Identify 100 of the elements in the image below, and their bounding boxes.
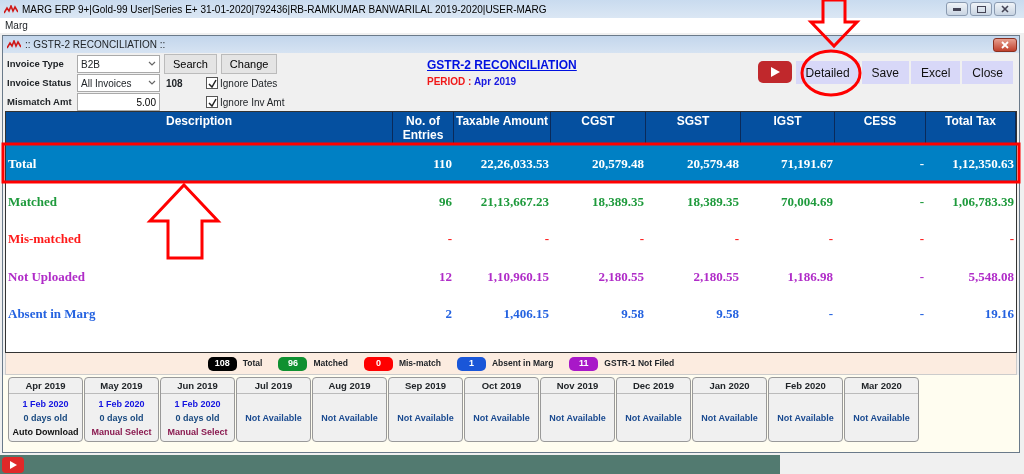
month-card[interactable]: Oct 2019 Not Available (464, 377, 539, 442)
legend-label: Absent in Marg (491, 357, 554, 370)
month-title: Dec 2019 (617, 378, 690, 394)
status-text: Not Available (777, 411, 834, 425)
row-label[interactable]: Not Uploaded (6, 257, 393, 295)
close-icon (1001, 5, 1009, 13)
table-cell-text: 12 (438, 267, 453, 286)
status-text: Not Available (245, 411, 302, 425)
column-header: No. of Entries (393, 112, 454, 145)
table-cell-text: - (827, 305, 834, 323)
table-cell-text: 18,389.35 (591, 192, 645, 211)
invoice-count: 108 (166, 76, 184, 91)
count-pill: 1 (456, 356, 486, 371)
action-button[interactable]: Change (220, 54, 278, 74)
table-cell-text: - (918, 267, 925, 286)
status-text: Not Available (397, 411, 454, 425)
table-cell-text: - (543, 230, 550, 248)
table-cell-text: - (918, 305, 925, 323)
table-cell-text: 1,406.15 (502, 305, 550, 323)
row-label[interactable]: Absent in Marg (6, 295, 393, 333)
play-icon[interactable] (2, 456, 24, 473)
table-cell-text: 2,180.55 (597, 267, 645, 286)
report-title-link[interactable]: GSTR-2 RECONCILIATION (427, 56, 597, 74)
table-cell-text: 70,004.69 (780, 192, 834, 211)
month-title: Jan 2020 (693, 378, 766, 394)
column-header: SGST (646, 112, 741, 145)
table-cell-text: 21,13,667.23 (479, 192, 550, 211)
dialog-title: :: GSTR-2 RECONCILIATION :: (25, 38, 166, 52)
age-text: 0 days old (99, 411, 144, 425)
table-cell-text: 9.58 (620, 305, 645, 323)
legend-label: GSTR-1 Not Filed (604, 357, 675, 370)
close-button[interactable] (994, 2, 1016, 16)
month-title: Apr 2019 (9, 378, 82, 394)
table-cell-text: 1,10,960.15 (486, 267, 550, 286)
checkbox-label: Ignore Inv Amt (220, 95, 285, 110)
window-title: MARG ERP 9+|Gold-99 User|Series E+ 31-01-2020|792436|RB-RAMKUMAR BANWARILAL 2019-2020|USER-MARG (22, 2, 547, 17)
month-card[interactable]: Dec 2019 Not Available (616, 377, 691, 442)
status-text: Not Available (321, 411, 378, 425)
maximize-button[interactable] (970, 2, 992, 16)
table-cell-text: - (638, 230, 645, 248)
month-card[interactable]: Feb 2020 Not Available (768, 377, 843, 442)
column-header: Taxable Amount (454, 112, 551, 145)
field-label: Invoice Status (7, 75, 73, 90)
table-cell-text: 2,180.55 (692, 267, 740, 286)
toolbar-button[interactable]: Close (962, 61, 1013, 84)
row-label[interactable]: Mis-matched (6, 220, 393, 258)
checkbox[interactable] (206, 96, 218, 108)
checkbox[interactable] (206, 77, 218, 89)
month-title: May 2019 (85, 378, 158, 394)
toolbar-button[interactable]: Excel (910, 61, 961, 84)
amount-field[interactable]: 5.00 (77, 93, 160, 111)
table-cell-text: 96 (438, 192, 453, 211)
month-title: Mar 2020 (845, 378, 918, 394)
action-button[interactable]: Search (164, 54, 217, 74)
month-card[interactable]: Apr 2019 1 Feb 2020 0 days old Auto Download (8, 377, 83, 442)
toolbar-button[interactable]: Save (861, 61, 909, 84)
table-cell-text: - (733, 230, 740, 248)
table-cell-text: - (1008, 230, 1015, 248)
row-label[interactable]: Matched (6, 182, 393, 220)
count-pill: 96 (278, 356, 308, 371)
month-card[interactable]: Jul 2019 Not Available (236, 377, 311, 442)
minimize-button[interactable] (946, 2, 968, 16)
video-play-icon[interactable] (757, 61, 792, 83)
month-card[interactable]: Nov 2019 Not Available (540, 377, 615, 442)
table-cell-text: 9.58 (715, 305, 740, 323)
close-button[interactable] (993, 37, 1017, 52)
count-pill: 108 (207, 356, 237, 371)
table-cell-text: 19.16 (983, 305, 1015, 323)
maximize-icon (976, 5, 986, 13)
field-label: Invoice Type (7, 56, 65, 71)
report-period: PERIOD : Apr 2019 (427, 75, 518, 89)
status-text: Not Available (853, 411, 910, 425)
month-card[interactable]: Jan 2020 Not Available (692, 377, 767, 442)
month-card[interactable]: Sep 2019 Not Available (388, 377, 463, 442)
menu-item[interactable]: Marg (5, 20, 28, 31)
month-card[interactable]: Aug 2019 Not Available (312, 377, 387, 442)
legend-label: Matched (313, 357, 348, 370)
table-cell-text: - (827, 230, 834, 248)
app-logo-icon (7, 40, 21, 49)
source-text: Auto Download (12, 425, 79, 439)
month-title: Oct 2019 (465, 378, 538, 394)
month-card[interactable]: May 2019 1 Feb 2020 0 days old Manual Select (84, 377, 159, 442)
checkbox-label: Ignore Dates (220, 76, 278, 91)
status-text: Not Available (473, 411, 530, 425)
close-icon (1001, 40, 1009, 49)
column-header: Description (6, 112, 393, 145)
month-card[interactable]: Jun 2019 1 Feb 2020 0 days old Manual Select (160, 377, 235, 442)
month-card[interactable]: Mar 2020 Not Available (844, 377, 919, 442)
legend-label: Mis-match (398, 357, 441, 370)
download-date: 1 Feb 2020 (98, 397, 145, 411)
count-pill: 11 (569, 356, 599, 371)
toolbar-button[interactable]: Detailed (795, 61, 860, 84)
source-text: Manual Select (167, 425, 228, 439)
dropdown-field[interactable]: B2B (77, 55, 160, 73)
age-text: 0 days old (175, 411, 220, 425)
status-text: Not Available (549, 411, 606, 425)
month-title: Jul 2019 (237, 378, 310, 394)
dropdown-field[interactable]: All Invoices (77, 74, 160, 92)
table-cell-text: 1,186.98 (786, 267, 834, 286)
column-header: IGST (741, 112, 835, 145)
